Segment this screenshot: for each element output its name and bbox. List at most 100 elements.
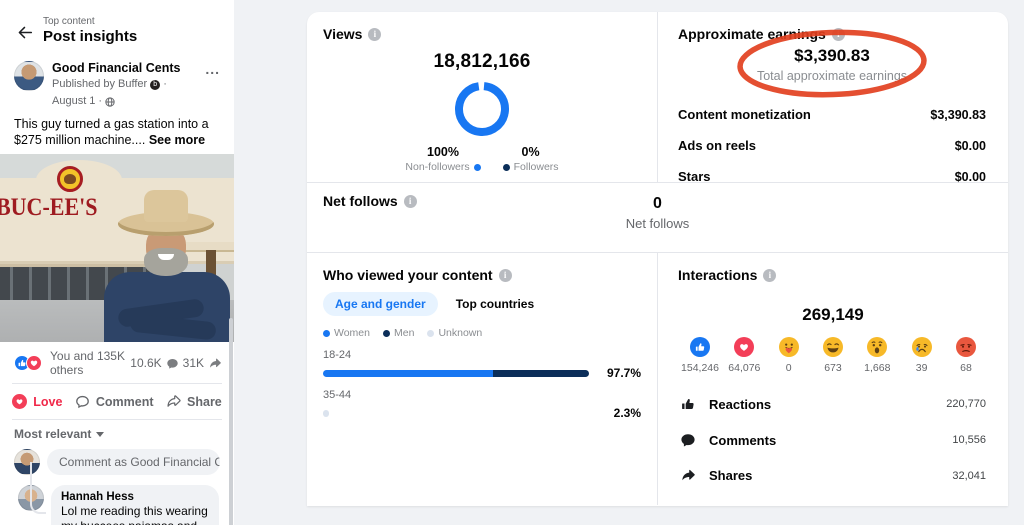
earnings-section: Approximate earnings $3,390.83 Total app… (657, 12, 1008, 182)
love-reaction-icon (734, 337, 754, 357)
info-icon[interactable] (368, 28, 381, 41)
reaction-love: 64,076 (724, 337, 764, 374)
net-follows-section: Net follows 0 Net follows (307, 183, 1008, 253)
sidebar-header: Top content Post insights (0, 0, 234, 51)
post-meta: Published by Buffer b · August 1 · (52, 78, 195, 109)
shares-count[interactable]: 31K (183, 356, 204, 370)
reaction-sad: 39 (902, 337, 942, 374)
see-more-link[interactable]: See more (149, 133, 205, 147)
net-follows-value: 0 (307, 195, 1008, 213)
love-reaction-icon (26, 355, 42, 371)
meta-separator2: · (98, 95, 102, 109)
share-arrow-icon (680, 468, 696, 483)
who-viewed-section: Who viewed your content Age and gender T… (307, 253, 657, 505)
interactions-section: Interactions 269,149 154,246 64,076 (657, 253, 1008, 505)
care-reaction-icon (779, 337, 799, 357)
reaction-haha: 673 (813, 337, 853, 374)
comment-input[interactable]: Comment as Good Financial Cents (47, 449, 220, 475)
interactions-title: Interactions (678, 267, 757, 283)
who-viewed-title: Who viewed your content (323, 267, 493, 283)
reply-thread-line (30, 462, 46, 514)
tab-top-countries[interactable]: Top countries (444, 292, 546, 316)
post-body: This guy turned a gas station into a $27… (0, 109, 234, 155)
bucees-sign-text: BUC-EE'S (0, 192, 97, 222)
legend-men: Men (383, 327, 414, 339)
angry-reaction-icon (956, 337, 976, 357)
commenter-name[interactable]: Hannah Hess (61, 491, 209, 503)
author-avatar[interactable] (14, 61, 44, 91)
comment-button[interactable]: Comment (69, 390, 160, 413)
tab-age-and-gender[interactable]: Age and gender (323, 292, 438, 316)
net-follows-label: Net follows (307, 216, 1008, 231)
globe-icon (105, 97, 115, 107)
bucees-logo (57, 166, 83, 192)
post-menu-button[interactable]: ... (203, 61, 222, 77)
post-insights-sidebar: Top content Post insights Good Financial… (0, 0, 234, 525)
love-label: Love (33, 395, 62, 409)
non-followers-dot (474, 164, 481, 171)
post-photo[interactable]: BUC-EE'S (0, 154, 234, 342)
age-bar-18-24: 18-24 97.7% (323, 349, 641, 380)
followers-dot (503, 164, 510, 171)
bar-35-44 (323, 410, 329, 417)
page-title: Post insights (43, 28, 137, 45)
interactions-row-comments: Comments 10,556 (678, 422, 988, 458)
reaction-wow: 1,668 (857, 337, 897, 374)
views-donut-chart (323, 81, 641, 137)
views-section: Views 18,812,166 100% Non-followers 0% F… (307, 12, 657, 182)
post-date[interactable]: August 1 (52, 95, 95, 109)
reaction-badges[interactable] (14, 355, 42, 371)
earnings-subtitle: Total approximate earnings (678, 69, 986, 83)
love-icon (12, 394, 27, 409)
interactions-row-shares: Shares 32,041 (678, 458, 988, 493)
share-arrow-icon (208, 357, 222, 370)
legend-followers: 0% Followers (503, 145, 559, 173)
comment-text: Lol me reading this wearing my buccees p… (61, 504, 209, 525)
share-button[interactable]: Share (160, 390, 228, 413)
reaction-care: 0 (769, 337, 809, 374)
earnings-title: Approximate earnings (678, 26, 826, 42)
comment-sort-dropdown[interactable]: Most relevant (0, 420, 234, 445)
haha-reaction-icon (823, 337, 843, 357)
like-reaction-icon (690, 337, 710, 357)
published-by-label: Published by Buffer (52, 78, 147, 92)
comments-count[interactable]: 10.6K (130, 356, 161, 370)
reaction-breakdown: 154,246 64,076 0 (678, 337, 988, 374)
man-figure (96, 186, 234, 342)
comment-label: Comment (96, 395, 154, 409)
buffer-icon: b (150, 80, 160, 90)
comment-outline-icon (75, 394, 90, 409)
interactions-row-reactions: Reactions 220,770 (678, 386, 988, 422)
love-button[interactable]: Love (6, 390, 68, 413)
sad-reaction-icon (912, 337, 932, 357)
meta-separator: · (163, 78, 167, 92)
reactions-summary-text[interactable]: You and 135K others (50, 349, 126, 377)
legend-unknown: Unknown (427, 327, 482, 339)
reaction-like: 154,246 (680, 337, 720, 374)
sort-label: Most relevant (14, 427, 91, 441)
earnings-row: Ads on reels$0.00 (678, 130, 986, 161)
info-icon[interactable] (832, 28, 845, 41)
legend-non-followers: 100% Non-followers (405, 145, 480, 173)
age-bar-35-44: 35-44 2.3% (323, 389, 641, 420)
info-icon[interactable] (763, 269, 776, 282)
views-total: 18,812,166 (323, 51, 641, 73)
post-actions: Love Comment Share (0, 384, 234, 419)
thumbs-up-icon (680, 396, 696, 412)
back-arrow-icon[interactable] (16, 24, 33, 41)
share-label: Share (187, 395, 222, 409)
chevron-down-icon (96, 432, 104, 437)
insights-panel: Views 18,812,166 100% Non-followers 0% F… (307, 12, 1008, 506)
earnings-row: Content monetization$3,390.83 (678, 99, 986, 130)
author-name[interactable]: Good Financial Cents (52, 61, 195, 76)
comment-bubble-icon (680, 432, 696, 448)
sidebar-scrollbar[interactable] (229, 318, 233, 525)
comment-bubble[interactable]: Hannah Hess Lol me reading this wearing … (51, 485, 219, 525)
legend-women: Women (323, 327, 370, 339)
share-outline-icon (166, 394, 181, 409)
eyebrow-label: Top content (43, 16, 137, 27)
post-header: Good Financial Cents Published by Buffer… (0, 51, 234, 109)
info-icon[interactable] (499, 269, 512, 282)
reaction-angry: 68 (946, 337, 986, 374)
engagement-summary: You and 135K others 10.6K 31K (0, 342, 234, 383)
